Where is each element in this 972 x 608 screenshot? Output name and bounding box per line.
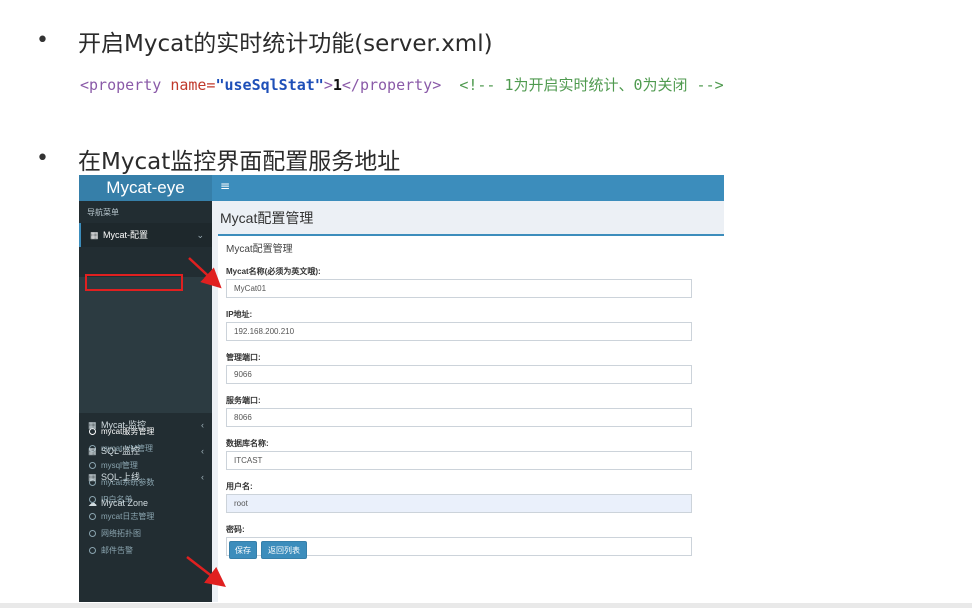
bullet-1: • <box>36 28 49 53</box>
sidebar-item-sql-monitor[interactable]: ▦ SQL-监控 ‹ <box>79 439 212 463</box>
box-title: Mycat配置管理 <box>226 244 293 255</box>
grid-icon: ▦ <box>88 446 97 456</box>
app-logo[interactable]: Mycat-eye <box>79 175 212 201</box>
heading-configure-service: 在Mycat监控界面配置服务地址 <box>78 149 401 175</box>
code-attr: name= <box>170 76 216 94</box>
sidebar-item-label: SQL-上线 <box>101 472 141 482</box>
code-end-tag: </property> <box>341 76 442 94</box>
username-label: 用户名: <box>226 482 253 491</box>
code-comment: <!-- 1为开启实时统计、0为关闭 --> <box>459 76 724 94</box>
circle-icon <box>89 530 96 537</box>
submenu-item-alert[interactable]: 邮件告警 <box>79 542 212 559</box>
page-title: Mycat配置管理 <box>220 210 314 226</box>
sidebar-item-label: Mycat-监控 <box>101 420 147 430</box>
sidebar-item-label: SQL-监控 <box>101 446 141 456</box>
code-attr-value: "useSqlStat" <box>215 76 324 94</box>
save-button[interactable]: 保存 <box>229 541 257 559</box>
grid-icon: ▦ <box>90 230 99 240</box>
bottom-strip <box>0 603 972 608</box>
code-snippet: <property name="useSqlStat">1</property>… <box>80 74 724 95</box>
code-close-bracket: > <box>323 76 333 94</box>
code-value: 1 <box>332 76 342 94</box>
heading-enable-stats: 开启Mycat的实时统计功能(server.xml) <box>78 31 493 57</box>
grid-icon: ▦ <box>88 472 97 482</box>
highlight-box <box>85 274 183 291</box>
mgmt-port-input[interactable]: 9066 <box>226 365 692 384</box>
ip-input[interactable]: 192.168.200.210 <box>226 322 692 341</box>
username-input[interactable]: root <box>226 494 692 513</box>
sidebar: 导航菜单 ▦ Mycat-配置 ⌄ mycat服务管理 mycat-VM管理 m… <box>79 201 212 602</box>
service-port-label: 服务端口: <box>226 396 261 405</box>
code-open-tag: <property <box>80 76 171 94</box>
submenu-item-topology[interactable]: 网络拓扑图 <box>79 525 212 542</box>
sidebar-header: 导航菜单 <box>87 208 119 217</box>
service-port-input[interactable]: 8066 <box>226 408 692 427</box>
submenu-mycat-config <box>79 277 212 413</box>
grid-icon: ▦ <box>88 420 97 430</box>
sidebar-item-mycat-config[interactable]: ▦ Mycat-配置 ⌄ <box>79 223 212 247</box>
db-name-label: 数据库名称: <box>226 439 269 448</box>
back-to-list-button[interactable]: 返回列表 <box>261 541 307 559</box>
mycat-name-input[interactable]: MyCat01 <box>226 279 692 298</box>
sidebar-item-label: Mycat-配置 <box>103 230 149 240</box>
mgmt-port-label: 管理端口: <box>226 353 261 362</box>
mycat-eye-screenshot: Mycat-eye ≡ 导航菜单 ▦ Mycat-配置 ⌄ mycat服务管理 … <box>79 175 724 602</box>
sidebar-item-mycat-zone[interactable]: ☁ Mycat Zone <box>79 491 212 515</box>
sidebar-item-mycat-monitor[interactable]: ▦ Mycat-监控 ‹ <box>79 413 212 437</box>
chevron-left-icon: ‹ <box>201 446 204 456</box>
top-navbar: Mycat-eye ≡ <box>79 175 724 201</box>
mycat-name-label: Mycat名称(必须为英文哦): <box>226 267 321 276</box>
chevron-down-icon: ⌄ <box>196 230 204 240</box>
sidebar-item-label: Mycat Zone <box>101 498 149 508</box>
password-label: 密码: <box>226 525 245 534</box>
ip-label: IP地址: <box>226 310 253 319</box>
db-name-input[interactable]: ITCAST <box>226 451 692 470</box>
bullet-2: • <box>36 146 49 171</box>
sidebar-item-sql-online[interactable]: ▦ SQL-上线 ‹ <box>79 465 212 489</box>
chevron-left-icon: ‹ <box>201 420 204 430</box>
circle-icon <box>89 547 96 554</box>
chevron-left-icon: ‹ <box>201 472 204 482</box>
menu-toggle-icon[interactable]: ≡ <box>220 179 230 193</box>
cloud-icon: ☁ <box>88 498 97 508</box>
